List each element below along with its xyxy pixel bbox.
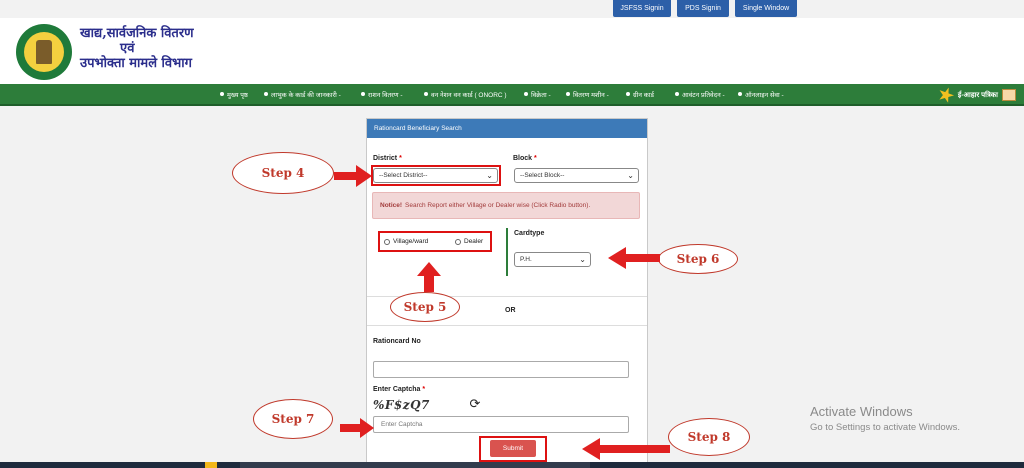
- cardtype-select[interactable]: P.H. ⌄: [514, 252, 591, 267]
- step4-highlight-box: [371, 165, 501, 186]
- district-label: District *: [373, 155, 402, 162]
- globe-icon: [424, 92, 428, 96]
- top-bar: JSFSS Signin PDS Signin Single Window: [0, 0, 1024, 18]
- windows-activation-watermark: Activate Windows Go to Settings to activ…: [810, 404, 960, 433]
- nav-label: आवंटन प्रतिवेदन -: [682, 91, 725, 99]
- main-nav: मुख्य पृष्ठ लाभुक के कार्ड की जानकारी - …: [0, 84, 1024, 106]
- new-badge-icon: [936, 85, 957, 106]
- nav-green-card[interactable]: ग्रीन कार्ड: [626, 84, 654, 104]
- block-select-value: --Select Block--: [520, 172, 565, 179]
- captcha-input[interactable]: Enter Captcha: [373, 416, 629, 433]
- notice-alert: Notice! Search Report either Village or D…: [372, 192, 640, 219]
- step4-callout: Step 4: [232, 152, 334, 194]
- pds-signin-button[interactable]: PDS Signin: [677, 0, 729, 17]
- chevron-down-icon: ⌄: [579, 255, 586, 264]
- site-header: खाद्य,सार्वजनिक वितरण एवं उपभोक्ता मामले…: [0, 18, 1024, 84]
- nav-label: ग्रीन कार्ड: [633, 91, 654, 99]
- machine-icon: [566, 92, 570, 96]
- nav-card-info[interactable]: लाभुक के कार्ड की जानकारी -: [264, 84, 341, 104]
- step6-arrow-icon: [608, 247, 660, 269]
- captcha-image: %F$zQ7: [373, 398, 430, 412]
- user-icon: [524, 92, 528, 96]
- step5-callout: Step 5: [390, 292, 460, 322]
- watermark-line-1: Activate Windows: [810, 404, 913, 419]
- block-label: Block *: [513, 155, 537, 162]
- eaahar-patrika-link[interactable]: ई-आहार पत्रिका: [938, 86, 1016, 104]
- nav-label: ऑनलाइन सेवा -: [745, 91, 784, 99]
- step5-arrow-icon: [417, 262, 441, 292]
- globe-icon: [738, 92, 742, 96]
- step5-highlight-box: [378, 231, 492, 252]
- nav-distribution-machine[interactable]: वितरण मशीन -: [566, 84, 609, 104]
- logo-line-2: एवं: [120, 41, 135, 56]
- or-separator: OR: [505, 307, 516, 314]
- nav-ration-distribution[interactable]: राशन वितरण -: [361, 84, 403, 104]
- refresh-captcha-icon[interactable]: ⟳: [468, 397, 482, 411]
- jsfss-signin-button[interactable]: JSFSS Signin: [613, 0, 671, 17]
- nav-allocation-report[interactable]: आवंटन प्रतिवेदन -: [675, 84, 725, 104]
- nav-label: मुख्य पृष्ठ: [227, 91, 248, 99]
- nav-home[interactable]: मुख्य पृष्ठ: [220, 84, 248, 104]
- card-icon: [264, 92, 268, 96]
- rationcard-label: Rationcard No: [373, 338, 421, 345]
- department-logo-text[interactable]: खाद्य,सार्वजनिक वितरण एवं उपभोक्ता मामले…: [80, 26, 194, 71]
- step7-callout: Step 7: [253, 399, 333, 439]
- rationcard-input[interactable]: [373, 361, 629, 378]
- single-window-button[interactable]: Single Window: [735, 0, 797, 17]
- step6-callout: Step 6: [658, 244, 738, 274]
- divider: [367, 325, 647, 326]
- cardtype-label: Cardtype: [514, 230, 545, 237]
- captcha-label: Enter Captcha *: [373, 386, 426, 393]
- watermark-line-2: Go to Settings to activate Windows.: [810, 422, 960, 433]
- nav-label: वितरण मशीन -: [573, 91, 609, 99]
- panel-heading: Rationcard Beneficiary Search: [367, 119, 647, 138]
- eaahar-label: ई-आहार पत्रिका: [957, 91, 998, 99]
- step7-arrow-icon: [340, 418, 374, 438]
- taskbar: [0, 462, 1024, 468]
- logo-line-1: खाद्य,सार्वजनिक वितरण: [80, 26, 194, 41]
- book-icon: [1002, 89, 1016, 101]
- nav-label: राशन वितरण -: [368, 91, 403, 99]
- logo-line-3: उपभोक्ता मामले विभाग: [80, 56, 192, 71]
- taskbar-active-window[interactable]: [240, 462, 590, 468]
- step8-callout: Step 8: [668, 418, 750, 456]
- nav-label: लाभुक के कार्ड की जानकारी -: [271, 91, 341, 99]
- notice-text: Search Report either Village or Dealer w…: [405, 202, 591, 209]
- step8-arrow-icon: [582, 438, 670, 460]
- nav-onorc[interactable]: वन नेशन वन कार्ड ( ONORC ): [424, 84, 507, 104]
- nav-online-services[interactable]: ऑनलाइन सेवा -: [738, 84, 784, 104]
- section-divider: [506, 228, 508, 276]
- distribution-icon: [361, 92, 365, 96]
- nav-dealer[interactable]: विक्रेता -: [524, 84, 551, 104]
- home-icon: [220, 92, 224, 96]
- taskbar-app-icon[interactable]: [205, 462, 217, 468]
- step4-arrow-icon: [334, 165, 372, 187]
- report-icon: [675, 92, 679, 96]
- department-emblem-icon[interactable]: [16, 24, 72, 80]
- notice-title: Notice!: [380, 202, 403, 209]
- nav-label: वन नेशन वन कार्ड ( ONORC ): [431, 91, 507, 99]
- cardtype-select-value: P.H.: [520, 256, 532, 263]
- nav-label: विक्रेता -: [531, 91, 551, 99]
- step8-highlight-box: [479, 436, 547, 462]
- block-select[interactable]: --Select Block-- ⌄: [514, 168, 639, 183]
- chevron-down-icon: ⌄: [627, 171, 634, 180]
- card-icon: [626, 92, 630, 96]
